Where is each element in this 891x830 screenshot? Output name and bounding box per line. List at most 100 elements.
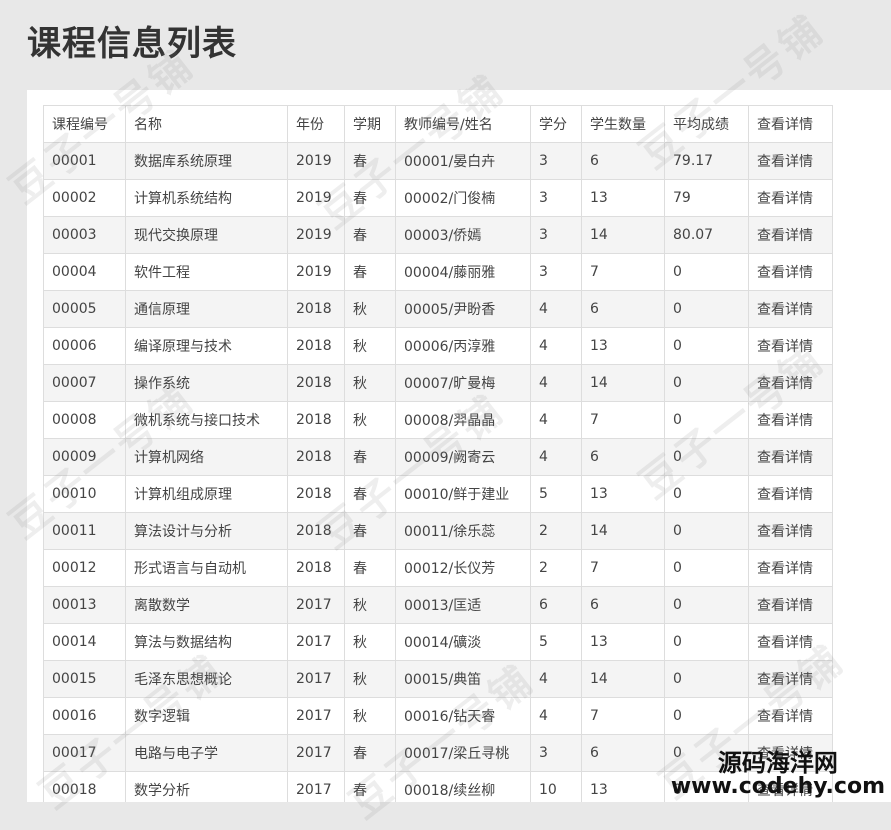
cell-credits: 3 [530,179,582,217]
view-details-cell[interactable]: 查看详情 [748,401,833,439]
view-details-cell[interactable]: 查看详情 [748,290,833,328]
cell-course-name: 离散数学 [125,586,288,624]
cell-year: 2019 [287,179,345,217]
view-details-link[interactable]: 查看详情 [757,709,813,725]
header-credits: 学分 [530,105,582,143]
cell-course-id: 00008 [43,401,126,439]
cell-teacher: 00016/钻天睿 [395,697,531,735]
cell-student-count: 6 [581,586,665,624]
view-details-link[interactable]: 查看详情 [757,524,813,540]
cell-student-count: 13 [581,327,665,365]
cell-teacher: 00008/羿晶晶 [395,401,531,439]
cell-credits: 4 [530,660,582,698]
brand-url: www.codehy.com [670,773,885,799]
cell-course-name: 数据库系统原理 [125,142,288,180]
header-student-count: 学生数量 [581,105,665,143]
view-details-cell[interactable]: 查看详情 [748,216,833,254]
cell-student-count: 7 [581,401,665,439]
view-details-cell[interactable]: 查看详情 [748,438,833,476]
view-details-cell[interactable]: 查看详情 [748,475,833,513]
header-course-name: 名称 [125,105,288,143]
table-row: 00004 软件工程 2019 春 00004/藤丽雅 3 7 0 查看详情 [43,253,833,291]
table-row: 00014 算法与数据结构 2017 秋 00014/礦淡 5 13 0 查看详情 [43,623,833,661]
table-row: 00009 计算机网络 2018 春 00009/阙寄云 4 6 0 查看详情 [43,438,833,476]
cell-credits: 2 [530,549,582,587]
cell-average-score: 0 [664,586,749,624]
cell-course-name: 电路与电子学 [125,734,288,772]
cell-semester: 秋 [344,327,396,365]
view-details-cell[interactable]: 查看详情 [748,660,833,698]
cell-course-id: 00002 [43,179,126,217]
view-details-cell[interactable]: 查看详情 [748,179,833,217]
cell-course-id: 00012 [43,549,126,587]
table-row: 00002 计算机系统结构 2019 春 00002/门俊楠 3 13 79 查看详情 [43,179,833,217]
view-details-link[interactable]: 查看详情 [757,635,813,651]
cell-course-name: 操作系统 [125,364,288,402]
view-details-link[interactable]: 查看详情 [757,339,813,355]
view-details-cell[interactable]: 查看详情 [748,512,833,550]
cell-credits: 5 [530,475,582,513]
cell-average-score: 0 [664,512,749,550]
site-brand-watermark: 源码海洋网 www.codehy.com [671,750,885,798]
cell-course-id: 00017 [43,734,126,772]
view-details-link[interactable]: 查看详情 [757,376,813,392]
cell-teacher: 00013/匡适 [395,586,531,624]
cell-semester: 春 [344,216,396,254]
view-details-link[interactable]: 查看详情 [757,191,813,207]
cell-student-count: 6 [581,438,665,476]
view-details-link[interactable]: 查看详情 [757,265,813,281]
cell-student-count: 13 [581,475,665,513]
cell-credits: 4 [530,364,582,402]
cell-course-id: 00015 [43,660,126,698]
page-title: 课程信息列表 [27,24,237,64]
cell-course-id: 00004 [43,253,126,291]
cell-average-score: 0 [664,697,749,735]
header-semester: 学期 [344,105,396,143]
cell-teacher: 00002/门俊楠 [395,179,531,217]
cell-year: 2018 [287,290,345,328]
view-details-cell[interactable]: 查看详情 [748,549,833,587]
view-details-link[interactable]: 查看详情 [757,154,813,170]
cell-year: 2017 [287,697,345,735]
brand-name: 源码海洋网 [717,747,838,777]
table-row: 00013 离散数学 2017 秋 00013/匡适 6 6 0 查看详情 [43,586,833,624]
cell-course-id: 00006 [43,327,126,365]
header-view-details: 查看详情 [748,105,833,143]
cell-semester: 春 [344,253,396,291]
view-details-cell[interactable]: 查看详情 [748,364,833,402]
cell-student-count: 14 [581,660,665,698]
cell-student-count: 7 [581,697,665,735]
view-details-link[interactable]: 查看详情 [757,302,813,318]
cell-semester: 秋 [344,697,396,735]
cell-semester: 春 [344,142,396,180]
cell-year: 2017 [287,623,345,661]
view-details-link[interactable]: 查看详情 [757,487,813,503]
cell-semester: 春 [344,438,396,476]
view-details-link[interactable]: 查看详情 [757,450,813,466]
view-details-link[interactable]: 查看详情 [757,561,813,577]
view-details-link[interactable]: 查看详情 [757,598,813,614]
view-details-cell[interactable]: 查看详情 [748,327,833,365]
cell-course-id: 00014 [43,623,126,661]
cell-teacher: 00018/续丝柳 [395,771,531,802]
view-details-link[interactable]: 查看详情 [757,228,813,244]
cell-course-name: 现代交换原理 [125,216,288,254]
cell-teacher: 00009/阙寄云 [395,438,531,476]
cell-student-count: 6 [581,734,665,772]
header-average-score: 平均成绩 [664,105,749,143]
view-details-cell[interactable]: 查看详情 [748,697,833,735]
view-details-link[interactable]: 查看详情 [757,672,813,688]
cell-student-count: 14 [581,216,665,254]
cell-semester: 秋 [344,290,396,328]
view-details-link[interactable]: 查看详情 [757,413,813,429]
view-details-cell[interactable]: 查看详情 [748,623,833,661]
cell-course-id: 00005 [43,290,126,328]
cell-course-name: 编译原理与技术 [125,327,288,365]
cell-course-id: 00007 [43,364,126,402]
view-details-cell[interactable]: 查看详情 [748,253,833,291]
view-details-cell[interactable]: 查看详情 [748,142,833,180]
cell-average-score: 0 [664,327,749,365]
view-details-cell[interactable]: 查看详情 [748,586,833,624]
cell-student-count: 7 [581,253,665,291]
table-row: 00008 微机系统与接口技术 2018 秋 00008/羿晶晶 4 7 0 查看详情 [43,401,833,439]
